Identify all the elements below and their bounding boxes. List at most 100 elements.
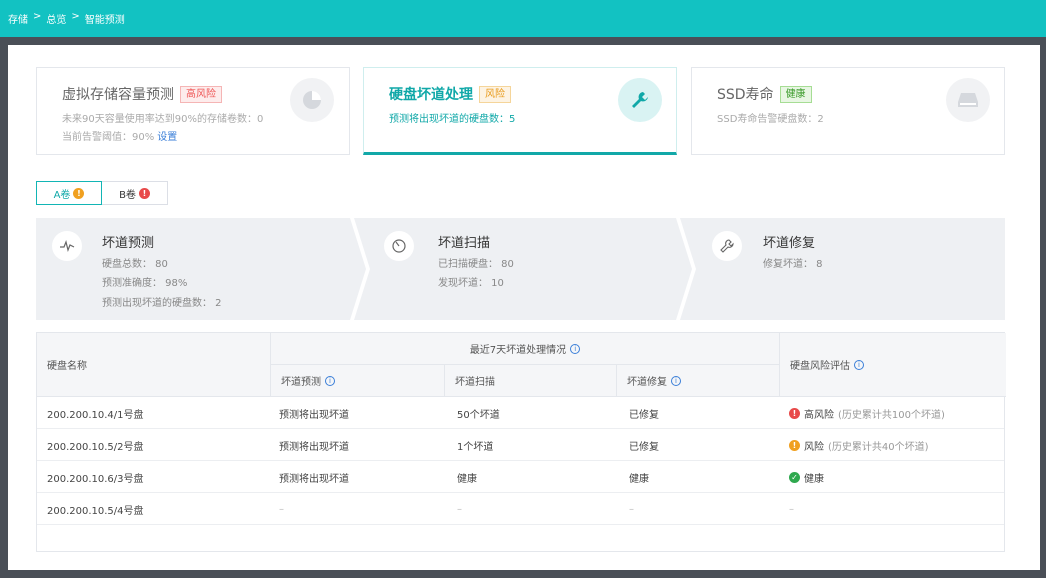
disk-name: 200.200.10.5/4号盘 xyxy=(47,505,144,517)
step-line: 发现坏道： 10 xyxy=(438,278,504,289)
bad-sector-flow: 坏道预测 硬盘总数： 80 预测准确度： 98% 预测出现坏道的硬盘数： 2 坏… xyxy=(36,218,1005,320)
risk-note: (历史累计共40个坏道) xyxy=(828,441,929,453)
status-badge: 健康 xyxy=(779,85,812,103)
check-icon: ✓ xyxy=(789,471,800,483)
repair-cell: 已修复 xyxy=(629,409,659,421)
status-badge: 风险 xyxy=(479,85,511,103)
disk-name: 200.200.10.5/2号盘 xyxy=(47,441,144,453)
step-title: 坏道修复 xyxy=(763,236,816,251)
status-badge: 高风险 xyxy=(180,85,222,103)
risk-label: 高风险 xyxy=(804,409,834,421)
card-capacity-prediction[interactable]: 虚拟存储容量预测 高风险 未来90天容量使用率达到90%的存储卷数：0 当前告警… xyxy=(36,67,350,155)
repair-cell: 健康 xyxy=(629,473,649,485)
risk-cell: ! 高风险 (历史累计共100个坏道) xyxy=(789,397,945,429)
scan-cell: 1个坏道 xyxy=(457,441,494,453)
breadcrumb-separator: > xyxy=(33,11,42,22)
step-repair: 坏道修复 修复坏道： 8 xyxy=(688,218,1005,320)
wrench-icon xyxy=(712,231,742,261)
table-row[interactable]: 200.200.10.5/4号盘 – – – – xyxy=(37,493,1004,525)
step-title: 坏道预测 xyxy=(102,236,155,251)
scan-cell: 50个坏道 xyxy=(457,409,500,421)
top-bar: 存储 > 总览 > 智能预测 xyxy=(0,0,1046,37)
risk-label: 风险 xyxy=(804,441,824,453)
card-title: 硬盘坏道处理 xyxy=(389,87,473,103)
info-icon[interactable]: i xyxy=(854,359,864,370)
main-panel: 虚拟存储容量预测 高风险 未来90天容量使用率达到90%的存储卷数：0 当前告警… xyxy=(8,45,1040,570)
info-icon[interactable]: i xyxy=(325,375,335,386)
card-title: 虚拟存储容量预测 xyxy=(62,87,174,103)
scan-cell: 健康 xyxy=(457,473,477,485)
wrench-icon xyxy=(618,78,662,122)
high-risk-icon: ! xyxy=(789,407,800,419)
breadcrumb-storage[interactable]: 存储 xyxy=(8,11,28,26)
risk-cell: – xyxy=(789,503,794,515)
warning-icon: ! xyxy=(73,187,85,199)
card-title-row: SSD寿命 健康 xyxy=(717,84,812,104)
threshold-text: 当前告警阈值：90% xyxy=(62,132,155,143)
settings-link[interactable]: 设置 xyxy=(157,132,177,143)
tab-label: B卷 xyxy=(119,189,136,201)
pie-chart-icon xyxy=(290,78,334,122)
disk-drive-icon xyxy=(946,78,990,122)
header-label: 硬盘名称 xyxy=(47,361,87,372)
tab-volume-a[interactable]: A卷 ! xyxy=(36,181,102,205)
header-label: 坏道修复 xyxy=(627,377,667,388)
card-title: SSD寿命 xyxy=(717,87,774,103)
card-info-line: SSD寿命告警硬盘数：2 xyxy=(717,114,824,125)
card-title-row: 硬盘坏道处理 风险 xyxy=(389,84,511,104)
step-line: 预测准确度： 98% xyxy=(102,278,188,289)
card-title-row: 虚拟存储容量预测 高风险 xyxy=(62,84,222,104)
header-label: 硬盘风险评估 xyxy=(790,361,850,372)
scan-cell: – xyxy=(457,503,462,515)
column-group-7days: 最近7天坏道处理情况 i xyxy=(271,333,780,365)
predict-cell: 预测将出现坏道 xyxy=(279,409,349,421)
column-header-scan: 坏道扫描 xyxy=(445,365,617,397)
step-scan: 坏道扫描 已扫描硬盘： 80 发现坏道： 10 xyxy=(361,218,681,320)
tab-volume-b[interactable]: B卷 ! xyxy=(102,181,168,205)
column-header-name: 硬盘名称 xyxy=(37,333,271,397)
risk-cell: ! 风险 (历史累计共40个坏道) xyxy=(789,429,929,461)
column-header-predict: 坏道预测 i xyxy=(271,365,445,397)
predict-cell: – xyxy=(279,503,284,515)
breadcrumb-overview[interactable]: 总览 xyxy=(46,11,66,26)
pulse-icon xyxy=(52,231,82,261)
repair-cell: 已修复 xyxy=(629,441,659,453)
table-row[interactable]: 200.200.10.4/1号盘 预测将出现坏道 50个坏道 已修复 ! 高风险… xyxy=(37,397,1004,429)
info-icon[interactable]: i xyxy=(671,375,681,386)
step-line: 修复坏道： 8 xyxy=(763,259,823,270)
breadcrumb-smart-predict: 智能预测 xyxy=(84,15,125,26)
risk-note: (历史累计共100个坏道) xyxy=(838,409,945,421)
breadcrumb-separator: > xyxy=(71,11,80,22)
risk-cell: ✓ 健康 xyxy=(789,461,824,493)
predict-cell: 预测将出现坏道 xyxy=(279,473,349,485)
scan-icon xyxy=(384,231,414,261)
predict-cell: 预测将出现坏道 xyxy=(279,441,349,453)
step-prediction: 坏道预测 硬盘总数： 80 预测准确度： 98% 预测出现坏道的硬盘数： 2 xyxy=(36,218,356,320)
tab-label: A卷 xyxy=(53,189,71,201)
repair-cell: – xyxy=(629,503,634,515)
step-line: 已扫描硬盘： 80 xyxy=(438,259,514,270)
info-icon[interactable]: i xyxy=(570,343,581,354)
warning-icon: ! xyxy=(789,439,800,451)
risk-label: 健康 xyxy=(804,473,824,485)
card-bad-sector-handling[interactable]: 硬盘坏道处理 风险 预测将出现坏道的硬盘数：5 xyxy=(363,67,677,155)
table-row[interactable]: 200.200.10.5/2号盘 预测将出现坏道 1个坏道 已修复 ! 风险 (… xyxy=(37,429,1004,461)
card-threshold-line: 当前告警阈值：90% 设置 xyxy=(62,128,177,143)
disk-table: 硬盘名称 最近7天坏道处理情况 i 坏道预测 i 坏道扫描 坏道修复 i 硬盘风险评估… xyxy=(36,332,1006,552)
table-row[interactable]: 200.200.10.6/3号盘 预测将出现坏道 健康 健康 ✓ 健康 xyxy=(37,461,1004,493)
column-header-repair: 坏道修复 i xyxy=(617,365,780,397)
error-icon: ! xyxy=(138,187,150,199)
breadcrumb: 存储 > 总览 > 智能预测 xyxy=(8,11,125,26)
step-line: 预测出现坏道的硬盘数： 2 xyxy=(102,298,222,309)
card-info-line: 预测将出现坏道的硬盘数：5 xyxy=(389,114,516,125)
header-label: 坏道扫描 xyxy=(455,377,495,388)
step-line: 硬盘总数： 80 xyxy=(102,259,168,270)
disk-name: 200.200.10.4/1号盘 xyxy=(47,409,144,421)
header-label: 坏道预测 xyxy=(281,377,321,388)
disk-name: 200.200.10.6/3号盘 xyxy=(47,473,144,485)
card-info-line: 未来90天容量使用率达到90%的存储卷数：0 xyxy=(62,114,264,125)
volume-tabs: A卷 ! B卷 ! xyxy=(36,181,168,205)
card-ssd-life[interactable]: SSD寿命 健康 SSD寿命告警硬盘数：2 xyxy=(691,67,1005,155)
column-header-risk: 硬盘风险评估 i xyxy=(780,333,1006,397)
step-title: 坏道扫描 xyxy=(438,236,491,251)
